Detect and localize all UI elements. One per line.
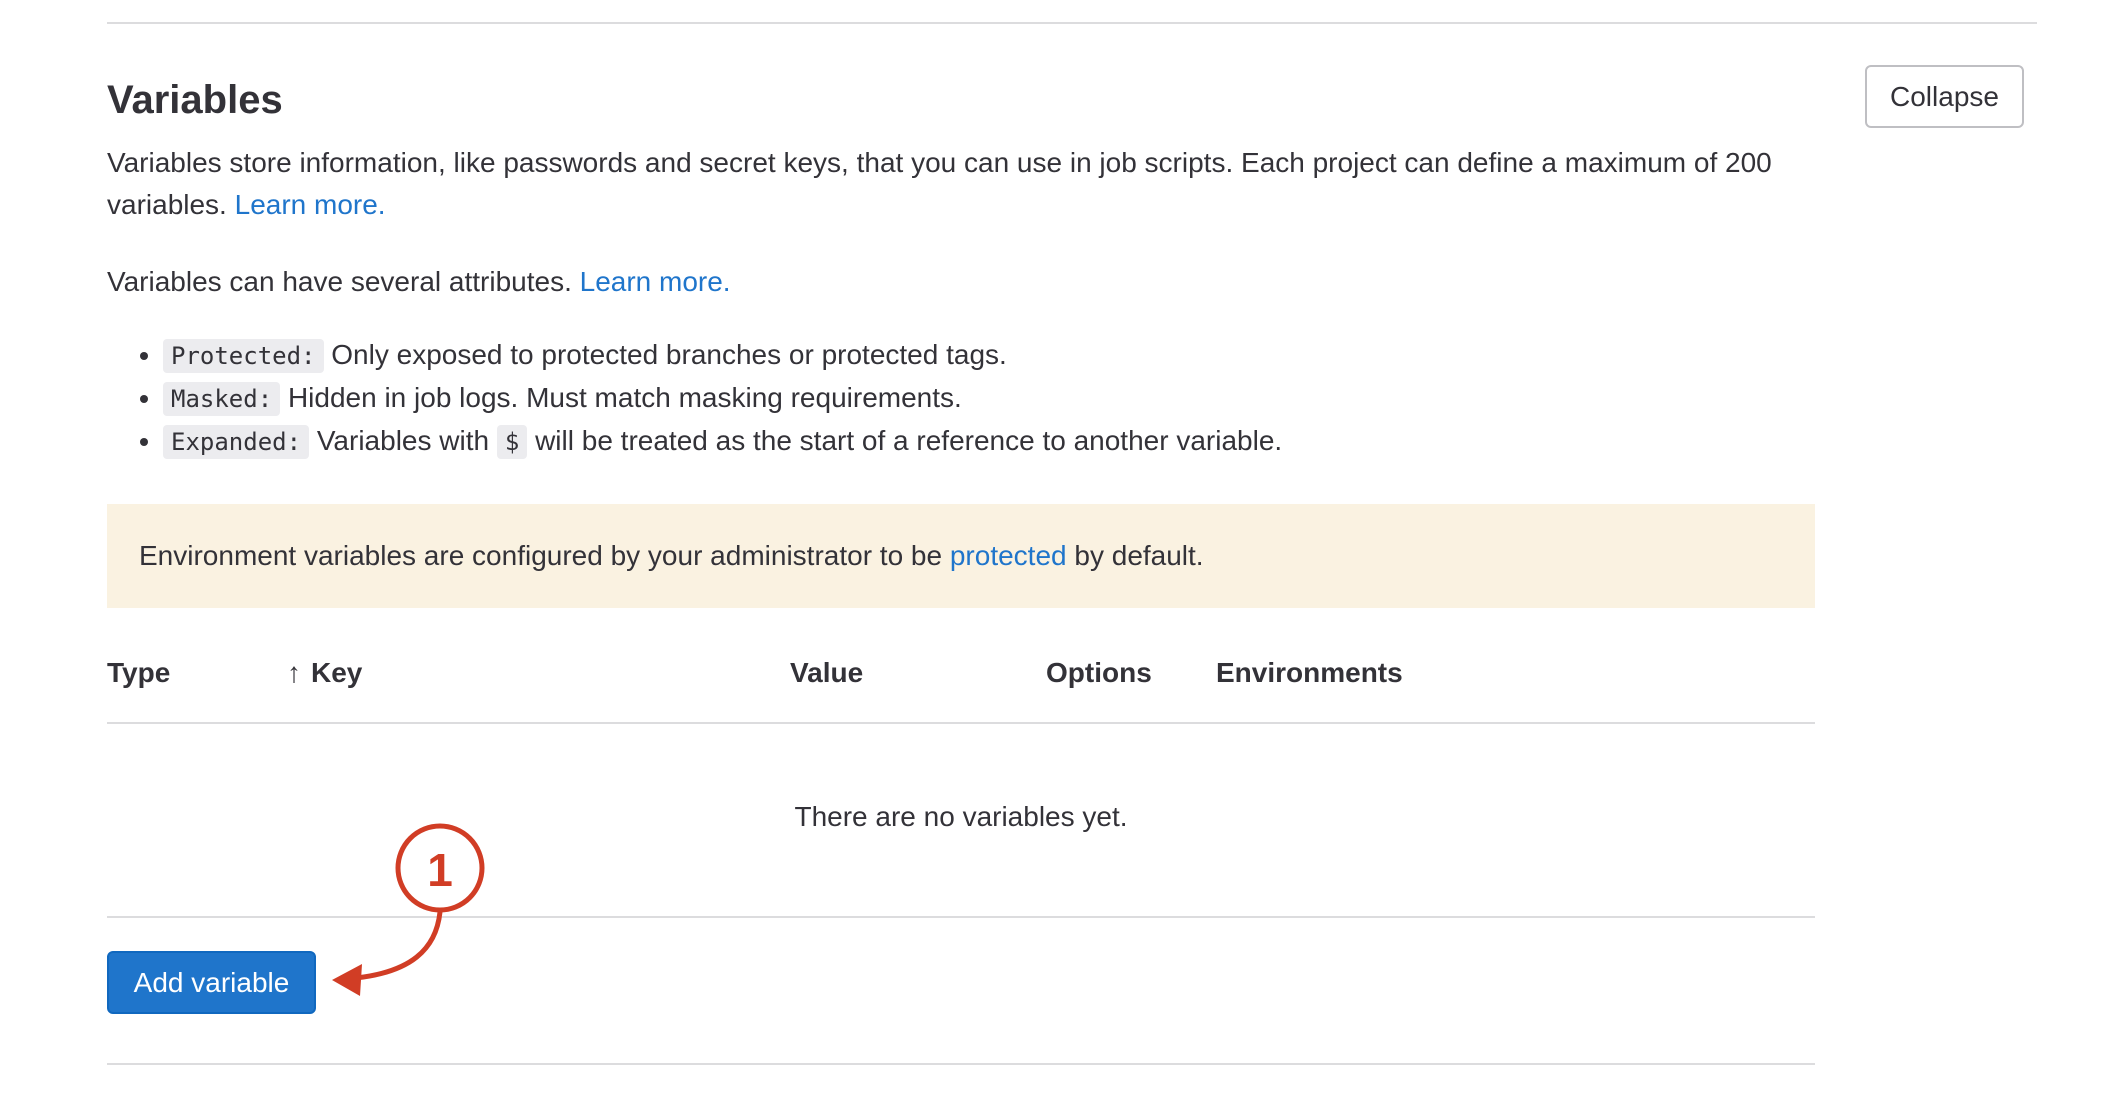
- variables-table-header: Type ↑ Key Value Options Environments: [107, 650, 1815, 724]
- attribute-desc-expanded-before: Variables with: [316, 425, 490, 456]
- empty-state-message: There are no variables yet.: [794, 801, 1128, 832]
- alert-text: Environment variables are configured by …: [139, 540, 1204, 572]
- variables-table-empty-row: There are no variables yet.: [107, 724, 1815, 918]
- annotation-arrow-head: [332, 964, 362, 996]
- attribute-name-protected: Protected:: [163, 339, 324, 373]
- section-top-divider: [107, 22, 2037, 24]
- attribute-item-masked: Masked: Hidden in job logs. Must match m…: [163, 377, 1282, 420]
- column-header-environments: Environments: [1216, 657, 1403, 688]
- alert-text-after: by default.: [1074, 540, 1204, 571]
- column-header-value: Value: [790, 657, 864, 688]
- add-variable-button[interactable]: Add variable: [107, 951, 316, 1014]
- column-header-key-label: Key: [311, 657, 363, 688]
- attributes-intro: Variables can have several attributes. L…: [107, 261, 731, 303]
- protected-variables-alert: Environment variables are configured by …: [107, 504, 1815, 608]
- attribute-desc-masked: Hidden in job logs. Must match masking r…: [287, 382, 962, 413]
- attribute-desc-expanded-after: will be treated as the start of a refere…: [535, 425, 1283, 456]
- attribute-name-masked: Masked:: [163, 382, 281, 416]
- attributes-intro-text: Variables can have several attributes.: [107, 266, 572, 297]
- learn-more-link[interactable]: Learn more.: [235, 189, 386, 220]
- sort-ascending-icon: ↑: [287, 657, 301, 688]
- attributes-learn-more-link[interactable]: Learn more.: [580, 266, 731, 297]
- dollar-code: $: [496, 425, 528, 459]
- section-title: Variables: [107, 78, 283, 122]
- attribute-item-expanded: Expanded: Variables with $ will be treat…: [163, 420, 1282, 463]
- column-header-type: Type: [107, 657, 171, 688]
- annotation-number: 1: [427, 844, 453, 896]
- protected-link[interactable]: protected: [950, 540, 1067, 571]
- attributes-list: Protected: Only exposed to protected bra…: [107, 334, 1282, 463]
- collapse-button[interactable]: Collapse: [1865, 65, 2024, 128]
- annotation-arrow-line: [353, 909, 443, 981]
- section-description: Variables store information, like passwo…: [107, 142, 1837, 226]
- column-header-options: Options: [1046, 657, 1152, 688]
- attribute-item-protected: Protected: Only exposed to protected bra…: [163, 334, 1282, 377]
- alert-text-before: Environment variables are configured by …: [139, 540, 943, 571]
- attribute-desc-protected: Only exposed to protected branches or pr…: [331, 339, 1007, 370]
- column-header-key[interactable]: ↑ Key: [287, 650, 362, 696]
- attribute-name-expanded: Expanded:: [163, 425, 310, 459]
- section-bottom-divider: [107, 1063, 1815, 1065]
